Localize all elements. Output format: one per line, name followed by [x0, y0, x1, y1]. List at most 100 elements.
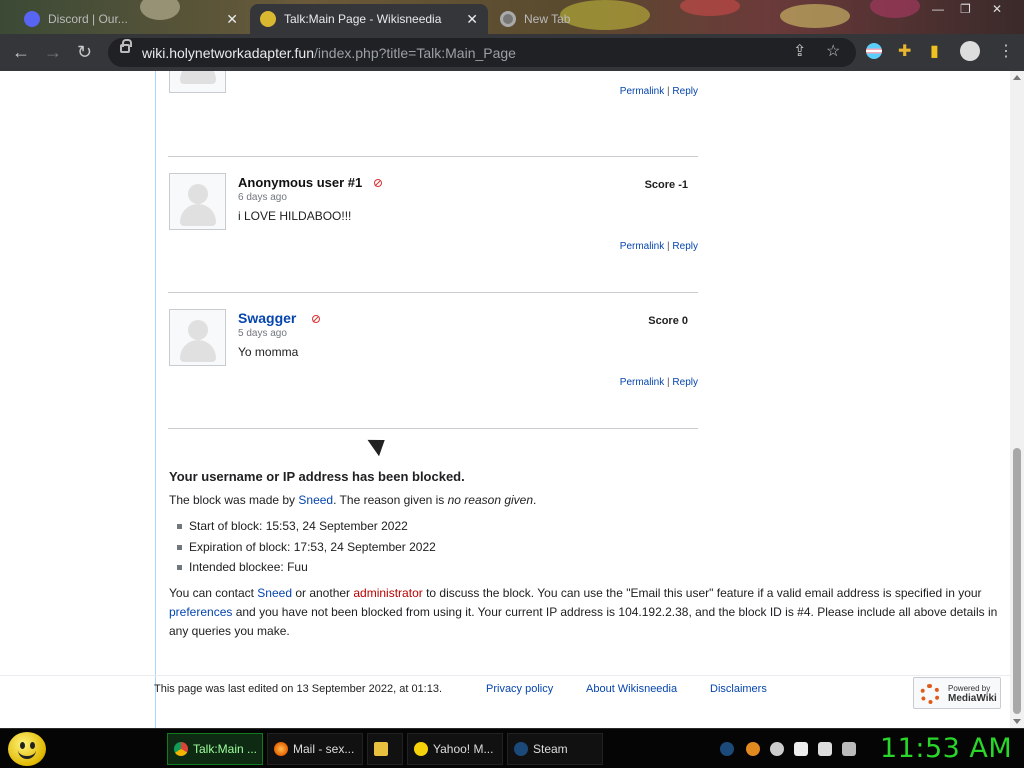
close-icon[interactable]: ✕: [466, 11, 478, 28]
permalink-link[interactable]: Permalink: [620, 86, 664, 97]
footer-divider: [0, 675, 1010, 676]
block-user-icon[interactable]: [312, 315, 320, 323]
text: . The reason given is: [333, 493, 448, 507]
block-heading: Your username or IP address has been blo…: [169, 469, 465, 484]
taskbar-item-firefox[interactable]: Mail - sex...: [267, 733, 363, 765]
maximize-icon[interactable]: ❐: [960, 2, 971, 16]
blocker-contact-link[interactable]: Sneed: [257, 586, 292, 600]
permalink-link[interactable]: Permalink: [620, 241, 664, 252]
powered-by-mediawiki-badge[interactable]: Powered by MediaWiki: [913, 677, 1001, 709]
side-panel-icon[interactable]: ▮: [930, 44, 939, 60]
tab-discord[interactable]: Discord | Our... ✕: [14, 4, 248, 34]
block-details-list: Start of block: 15:53, 24 September 2022…: [177, 516, 1001, 578]
reply-link[interactable]: Reply: [672, 86, 698, 97]
minimize-icon[interactable]: —: [932, 2, 944, 16]
comment-date: 5 days ago: [238, 328, 287, 339]
comment-actions: Permalink | Reply: [620, 241, 698, 252]
tab-new-tab[interactable]: New Tab: [490, 4, 670, 34]
page-scrollbar[interactable]: [1010, 71, 1024, 728]
administrator-link[interactable]: administrator: [353, 586, 422, 600]
taskbar-clock[interactable]: 11:53 AM: [880, 733, 1012, 764]
tray-network-icon[interactable]: [818, 742, 832, 756]
tray-volume-icon[interactable]: [842, 742, 856, 756]
scroll-down-icon[interactable]: [1013, 719, 1021, 724]
divider: [168, 292, 698, 293]
task-label: Steam: [533, 742, 568, 756]
text: or another: [292, 585, 354, 600]
badge-line-2: MediaWiki: [948, 693, 997, 704]
discord-icon: [24, 11, 40, 27]
share-icon[interactable]: ⇪: [793, 44, 806, 60]
tab-talk-main-page[interactable]: Talk:Main Page - Wikisneedia ✕: [250, 4, 488, 34]
block-made-by: The block was made by Sneed. The reason …: [169, 491, 1001, 510]
privacy-policy-link[interactable]: Privacy policy: [486, 683, 553, 695]
scroll-up-icon[interactable]: [1013, 75, 1021, 80]
separator: |: [667, 241, 670, 252]
start-button[interactable]: [8, 732, 46, 766]
page-footer: This page was last edited on 13 Septembe…: [154, 683, 767, 695]
browser-tab-strip: Discord | Our... ✕ Talk:Main Page - Wiki…: [0, 0, 1024, 34]
avatar: [169, 173, 226, 230]
tray-flag-icon[interactable]: [794, 742, 808, 756]
reply-link[interactable]: Reply: [672, 377, 698, 388]
chrome-icon: [500, 11, 516, 27]
os-taskbar: Talk:Main ... Mail - sex... Yahoo! M... …: [0, 728, 1024, 768]
smiley-eye-icon: [30, 742, 35, 749]
tray-search-icon[interactable]: [746, 742, 760, 756]
block-start: Start of block: 15:53, 24 September 2022: [177, 516, 1001, 537]
folder-icon: [374, 742, 388, 756]
comment-author-link[interactable]: Swagger: [238, 310, 296, 326]
bookmark-star-icon[interactable]: ☆: [826, 44, 840, 60]
profile-avatar-icon[interactable]: [960, 41, 980, 61]
extensions-puzzle-icon[interactable]: ✚: [898, 44, 911, 60]
taskbar-item-steam[interactable]: Steam: [507, 733, 603, 765]
menu-kebab-icon[interactable]: ⋮: [998, 44, 1014, 60]
avatar: [169, 71, 226, 93]
comment-author: Anonymous user #1: [238, 175, 363, 190]
comment-item: N Permalink | Reply: [168, 71, 698, 131]
tab-title: Talk:Main Page - Wikisneedia: [284, 12, 442, 26]
disclaimers-link[interactable]: Disclaimers: [710, 683, 767, 695]
taskbar-item-yahoo-messenger[interactable]: Yahoo! M...: [407, 733, 503, 765]
browser-toolbar: ← → ↻ wiki.holynetworkadapter.fun/index.…: [0, 34, 1024, 71]
tray-app-icon[interactable]: [770, 742, 784, 756]
permalink-link[interactable]: Permalink: [620, 377, 664, 388]
taskbar-item-explorer[interactable]: [367, 733, 403, 765]
url-text[interactable]: wiki.holynetworkadapter.fun/index.php?ti…: [142, 45, 516, 61]
scrollbar-thumb[interactable]: [1013, 448, 1021, 714]
tray-steam-icon[interactable]: [720, 742, 734, 756]
back-icon[interactable]: ←: [12, 43, 30, 61]
reload-icon[interactable]: ↻: [77, 43, 92, 61]
intended-blockee: Intended blockee: Fuu: [177, 557, 1001, 578]
url-host: wiki.holynetworkadapter.fun: [142, 45, 314, 61]
block-contact-text: You can contact Sneed or another adminis…: [169, 584, 1001, 641]
blocker-link[interactable]: Sneed: [298, 493, 333, 507]
text: to discuss the block. You can use the "E…: [422, 585, 982, 600]
smiley-mouth-icon: [18, 750, 36, 759]
window-close-icon[interactable]: ✕: [992, 2, 1002, 16]
badge-line-1: Powered by: [948, 684, 991, 693]
close-icon[interactable]: ✕: [226, 11, 238, 28]
comment-score: Score -1: [644, 179, 688, 191]
reply-link[interactable]: Reply: [672, 241, 698, 252]
steam-icon: [514, 742, 528, 756]
lock-icon[interactable]: [120, 39, 132, 53]
taskbar-item-chrome[interactable]: Talk:Main ...: [167, 733, 263, 765]
extension-flag-icon[interactable]: [866, 43, 882, 59]
block-reason: no reason given: [447, 493, 534, 507]
forward-icon[interactable]: →: [44, 43, 62, 61]
divider: [168, 428, 698, 429]
text: .: [533, 493, 537, 507]
preferences-link[interactable]: preferences: [169, 605, 232, 619]
about-link[interactable]: About Wikisneedia: [586, 683, 677, 695]
comment-date: 6 days ago: [238, 192, 287, 203]
last-edited-text: This page was last edited on 13 Septembe…: [154, 683, 443, 695]
chrome-icon: [174, 742, 188, 756]
block-user-icon[interactable]: [374, 179, 382, 187]
comment-item: Swagger Score 0 5 days ago Yo momma Perm…: [168, 309, 698, 399]
block-expiration: Expiration of block: 17:53, 24 September…: [177, 537, 1001, 558]
comment-actions: Permalink | Reply: [620, 377, 698, 388]
wiki-favicon-icon: [260, 11, 276, 27]
comment-item: Anonymous user #1 Score -1 6 days ago i …: [168, 173, 698, 263]
block-notice: Your username or IP address has been blo…: [169, 467, 1001, 647]
